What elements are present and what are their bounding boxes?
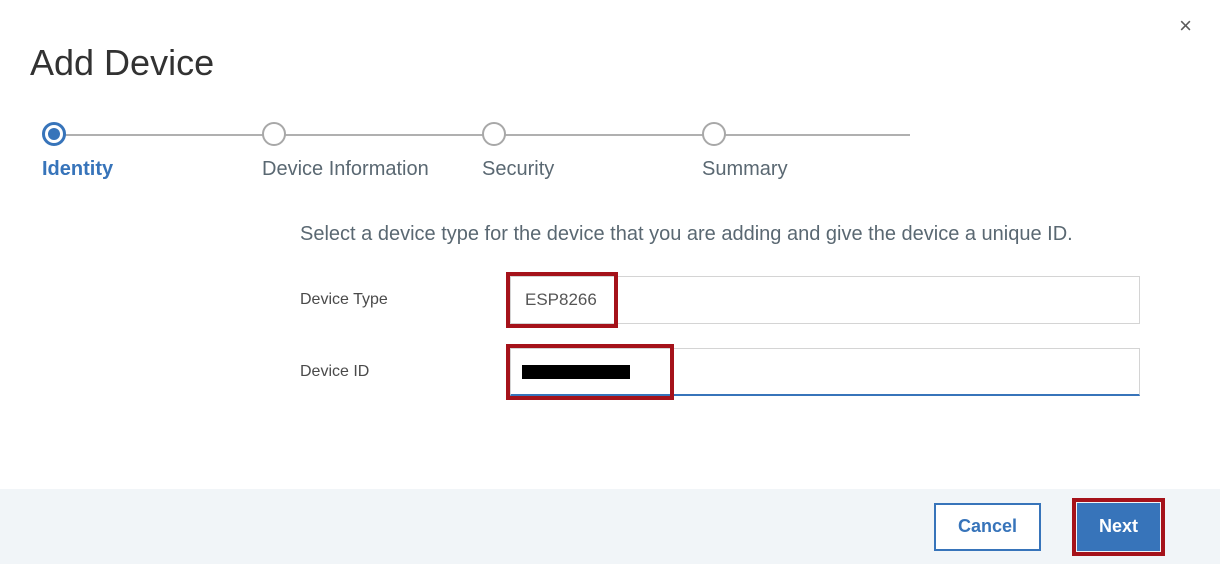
step-label: Security [482, 158, 554, 181]
row-device-type: Device Type [300, 276, 1140, 324]
step-circle-icon [482, 122, 506, 146]
step-device-information[interactable]: Device Information [262, 122, 482, 181]
step-circle-icon [262, 122, 286, 146]
device-type-input[interactable] [510, 276, 1140, 324]
page-title: Add Device [30, 42, 1190, 84]
cancel-button[interactable]: Cancel [934, 503, 1041, 551]
step-label: Device Information [262, 158, 429, 181]
dialog-footer: Cancel Next [0, 489, 1220, 564]
form-area: Select a device type for the device that… [30, 223, 1190, 396]
step-label: Summary [702, 158, 788, 181]
stepper: Identity Device Information Security Sum… [42, 122, 922, 181]
device-type-label: Device Type [300, 291, 510, 309]
device-id-label: Device ID [300, 363, 510, 381]
dialog-content: Add Device Identity Device Information S… [0, 0, 1220, 396]
step-summary[interactable]: Summary [702, 122, 922, 181]
next-button[interactable]: Next [1077, 503, 1160, 551]
row-device-id: Device ID [300, 348, 1140, 396]
step-security[interactable]: Security [482, 122, 702, 181]
close-icon[interactable]: × [1179, 15, 1192, 37]
step-identity[interactable]: Identity [42, 122, 262, 181]
step-circle-icon [42, 122, 66, 146]
step-circle-icon [702, 122, 726, 146]
step-label: Identity [42, 158, 113, 181]
form-instruction: Select a device type for the device that… [300, 223, 1140, 246]
redacted-value [522, 365, 630, 379]
